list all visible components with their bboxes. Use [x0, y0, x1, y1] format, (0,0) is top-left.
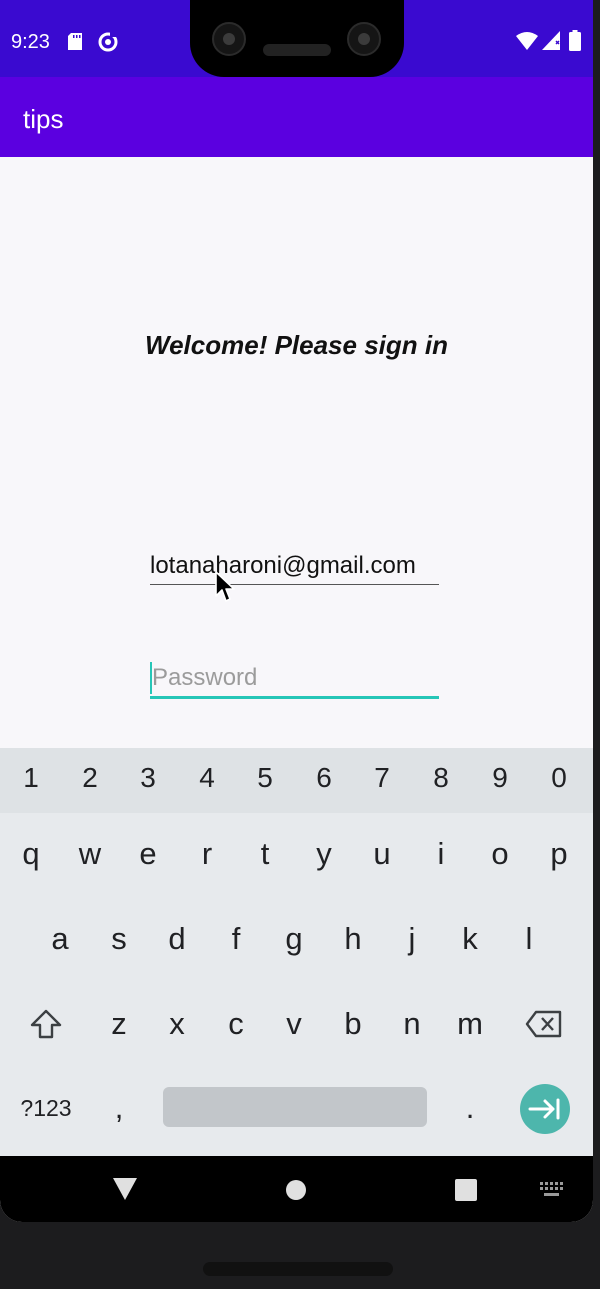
key-7[interactable]: 7 [354, 748, 410, 808]
next-arrow-icon [528, 1098, 560, 1120]
shift-icon [30, 1009, 62, 1039]
key-u[interactable]: u [354, 824, 410, 884]
email-field[interactable]: lotanaharoni@gmail.com [150, 548, 439, 585]
key-2[interactable]: 2 [62, 748, 118, 808]
next-key[interactable] [520, 1084, 570, 1134]
key-b[interactable]: b [325, 994, 381, 1054]
status-time: 9:23 [11, 31, 50, 53]
status-bar: 9:23 [0, 0, 593, 77]
period-key[interactable]: . [442, 1078, 498, 1138]
mouse-pointer-icon [215, 571, 235, 602]
welcome-heading: Welcome! Please sign in [145, 330, 448, 360]
keyboard-switch-icon[interactable] [540, 1182, 564, 1198]
home-icon[interactable] [285, 1179, 307, 1201]
comma-key[interactable]: , [91, 1078, 147, 1138]
key-g[interactable]: g [266, 909, 322, 969]
key-c[interactable]: c [208, 994, 264, 1054]
key-s[interactable]: s [91, 909, 147, 969]
signal-icon [542, 31, 560, 50]
sync-icon [98, 31, 118, 52]
email-value: lotanaharoni@gmail.com [150, 552, 416, 579]
key-l[interactable]: l [501, 909, 557, 969]
password-field[interactable]: Password [150, 660, 439, 699]
password-placeholder: Password [152, 664, 258, 691]
key-1[interactable]: 1 [3, 748, 59, 808]
key-t[interactable]: t [237, 824, 293, 884]
key-y[interactable]: y [296, 824, 352, 884]
key-w[interactable]: w [62, 824, 118, 884]
key-i[interactable]: i [413, 824, 469, 884]
key-4[interactable]: 4 [179, 748, 235, 808]
backspace-icon [525, 1010, 562, 1038]
phone-screen: 9:23 tips Welcome! Please sign in lotana… [0, 0, 593, 1222]
wifi-icon [516, 32, 538, 50]
key-o[interactable]: o [472, 824, 528, 884]
camera-notch [190, 0, 404, 77]
key-e[interactable]: e [120, 824, 176, 884]
number-row: 1 2 3 4 5 6 7 8 9 0 [0, 748, 593, 813]
spacebar[interactable] [163, 1087, 427, 1127]
key-r[interactable]: r [179, 824, 235, 884]
app-title: tips [23, 104, 64, 134]
key-5[interactable]: 5 [237, 748, 293, 808]
front-camera-icon [347, 22, 381, 56]
sd-card-icon [68, 33, 82, 50]
key-8[interactable]: 8 [413, 748, 469, 808]
navigation-bar [0, 1156, 593, 1222]
key-j[interactable]: j [384, 909, 440, 969]
key-3[interactable]: 3 [120, 748, 176, 808]
symbols-key[interactable]: ?123 [9, 1078, 83, 1138]
front-camera-icon [212, 22, 246, 56]
key-9[interactable]: 9 [472, 748, 528, 808]
bottom-speaker-grille [203, 1262, 393, 1276]
backspace-key[interactable] [516, 994, 572, 1054]
key-6[interactable]: 6 [296, 748, 352, 808]
key-z[interactable]: z [91, 994, 147, 1054]
key-p[interactable]: p [531, 824, 587, 884]
recents-icon[interactable] [455, 1179, 477, 1201]
soft-keyboard: 1 2 3 4 5 6 7 8 9 0 q w e r t y u i o p … [0, 748, 593, 1156]
key-q[interactable]: q [3, 824, 59, 884]
key-d[interactable]: d [149, 909, 205, 969]
key-f[interactable]: f [208, 909, 264, 969]
shift-key[interactable] [18, 994, 74, 1054]
key-a[interactable]: a [32, 909, 88, 969]
key-m[interactable]: m [442, 994, 498, 1054]
back-icon[interactable] [113, 1178, 137, 1200]
earpiece-speaker [263, 44, 331, 56]
device-frame: 9:23 tips Welcome! Please sign in lotana… [0, 0, 600, 1289]
key-v[interactable]: v [266, 994, 322, 1054]
battery-icon [569, 30, 581, 51]
key-0[interactable]: 0 [531, 748, 587, 808]
key-n[interactable]: n [384, 994, 440, 1054]
key-h[interactable]: h [325, 909, 381, 969]
key-k[interactable]: k [442, 909, 498, 969]
key-x[interactable]: x [149, 994, 205, 1054]
text-caret [150, 662, 152, 694]
app-bar: tips [0, 77, 593, 157]
